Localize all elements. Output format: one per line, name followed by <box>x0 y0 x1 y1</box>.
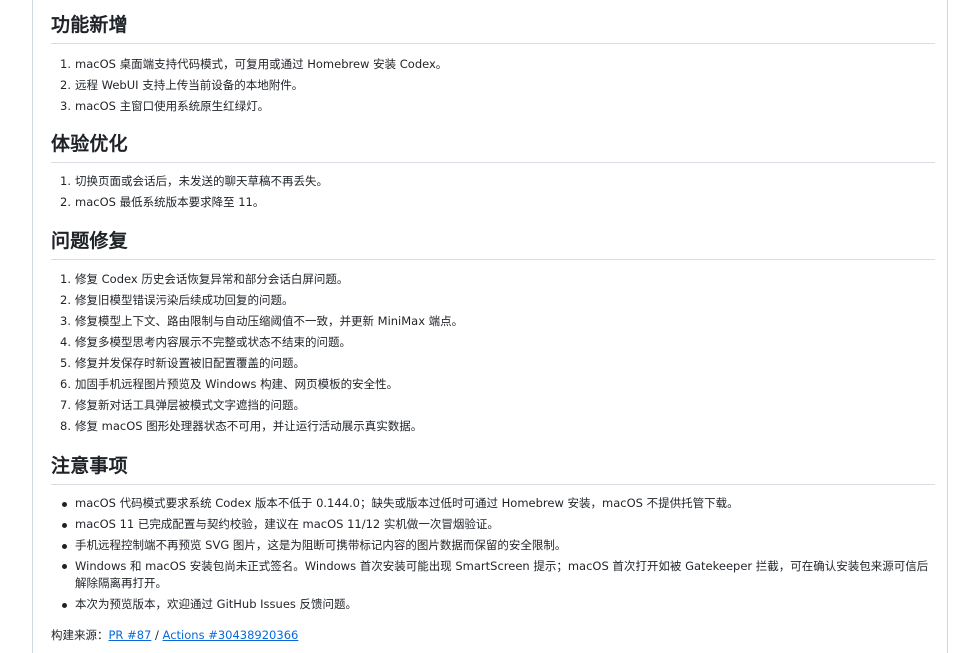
section-title-improvements: 体验优化 <box>51 131 935 163</box>
list-item-text: 修复旧模型错误污染后续成功回复的问题。 <box>75 293 294 307</box>
list-item-text: 修复并发保存时新设置被旧配置覆盖的问题。 <box>75 356 305 370</box>
improvements-list: 1. 切换页面或会话后，未发送的聊天草稿不再丢失。 2. macOS 最低系统版本要… <box>51 171 935 213</box>
link-separator: / <box>151 628 163 642</box>
list-item: 手机远程控制端不再预览 SVG 图片，这是为阻断可携带标记内容的图片数据而保留的… <box>51 535 935 556</box>
list-number: 2. <box>60 78 71 92</box>
list-number: 2. <box>60 195 71 209</box>
bullet-icon <box>62 544 67 549</box>
list-item-text: 远程 WebUI 支持上传当前设备的本地附件。 <box>75 78 304 92</box>
list-item-text: 切换页面或会话后，未发送的聊天草稿不再丢失。 <box>75 174 328 188</box>
list-item-text: 修复多模型思考内容展示不完整或状态不结束的问题。 <box>75 335 351 349</box>
list-item-text: macOS 主窗口使用系统原生红绿灯。 <box>75 99 270 113</box>
list-item: 6. 加固手机远程图片预览及 Windows 构建、网页模板的安全性。 <box>51 374 935 395</box>
list-item-text: 手机远程控制端不再预览 SVG 图片，这是为阻断可携带标记内容的图片数据而保留的… <box>75 538 567 552</box>
list-item-text: 本次为预览版本，欢迎通过 GitHub Issues 反馈问题。 <box>75 597 358 611</box>
notes-list: macOS 代码模式要求系统 Codex 版本不低于 0.144.0；缺失或版本… <box>51 493 935 615</box>
actions-link[interactable]: Actions #30438920366 <box>163 628 299 642</box>
list-item: 1. macOS 桌面端支持代码模式，可复用或通过 Homebrew 安装 Cod… <box>51 54 935 75</box>
section-title-features: 功能新增 <box>51 12 935 44</box>
list-item-text: 修复 Codex 历史会话恢复异常和部分会话白屏问题。 <box>75 272 349 286</box>
list-item-text: macOS 最低系统版本要求降至 11。 <box>75 195 265 209</box>
list-item-text: Windows 和 macOS 安装包尚未正式签名。Windows 首次安装可能… <box>75 559 929 590</box>
list-number: 4. <box>60 335 71 349</box>
list-number: 3. <box>60 314 71 328</box>
list-item: 1. 切换页面或会话后，未发送的聊天草稿不再丢失。 <box>51 171 935 192</box>
section-title-fixes: 问题修复 <box>51 228 935 260</box>
list-item: 7. 修复新对话工具弹层被模式文字遮挡的问题。 <box>51 395 935 416</box>
list-item-text: macOS 代码模式要求系统 Codex 版本不低于 0.144.0；缺失或版本… <box>75 496 739 510</box>
list-item-text: macOS 桌面端支持代码模式，可复用或通过 Homebrew 安装 Codex… <box>75 57 448 71</box>
list-item: 本次为预览版本，欢迎通过 GitHub Issues 反馈问题。 <box>51 594 935 615</box>
list-item: 1. 修复 Codex 历史会话恢复异常和部分会话白屏问题。 <box>51 269 935 290</box>
list-item: 2. macOS 最低系统版本要求降至 11。 <box>51 192 935 213</box>
release-notes-card: 功能新增 1. macOS 桌面端支持代码模式，可复用或通过 Homebrew 安… <box>32 0 948 653</box>
list-item: 5. 修复并发保存时新设置被旧配置覆盖的问题。 <box>51 353 935 374</box>
bullet-icon <box>62 603 67 608</box>
list-number: 7. <box>60 398 71 412</box>
section-title-notes: 注意事项 <box>51 453 935 485</box>
build-source: 构建来源：PR #87 / Actions #30438920366 <box>51 625 298 645</box>
list-number: 2. <box>60 293 71 307</box>
list-number: 6. <box>60 377 71 391</box>
list-number: 1. <box>60 272 71 286</box>
list-item-text: 修复 macOS 图形处理器状态不可用，并让运行活动展示真实数据。 <box>75 419 423 433</box>
build-source-label: 构建来源： <box>51 628 109 642</box>
list-item: 2. 远程 WebUI 支持上传当前设备的本地附件。 <box>51 75 935 96</box>
bullet-icon <box>62 564 67 569</box>
bullet-icon <box>62 502 67 507</box>
list-item: 2. 修复旧模型错误污染后续成功回复的问题。 <box>51 290 935 311</box>
list-item: macOS 代码模式要求系统 Codex 版本不低于 0.144.0；缺失或版本… <box>51 493 935 514</box>
list-number: 5. <box>60 356 71 370</box>
fixes-list: 1. 修复 Codex 历史会话恢复异常和部分会话白屏问题。 2. 修复旧模型错误污… <box>51 269 935 437</box>
list-item: Windows 和 macOS 安装包尚未正式签名。Windows 首次安装可能… <box>51 556 935 594</box>
list-item: macOS 11 已完成配置与契约校验，建议在 macOS 11/12 实机做一… <box>51 514 935 535</box>
list-number: 8. <box>60 419 71 433</box>
list-number: 1. <box>60 57 71 71</box>
list-item-text: 修复模型上下文、路由限制与自动压缩阈值不一致，并更新 MiniMax 端点。 <box>75 314 464 328</box>
list-item: 4. 修复多模型思考内容展示不完整或状态不结束的问题。 <box>51 332 935 353</box>
list-item: 8. 修复 macOS 图形处理器状态不可用，并让运行活动展示真实数据。 <box>51 416 935 437</box>
list-item-text: 加固手机远程图片预览及 Windows 构建、网页模板的安全性。 <box>75 377 399 391</box>
features-list: 1. macOS 桌面端支持代码模式，可复用或通过 Homebrew 安装 Cod… <box>51 54 935 117</box>
pr-link[interactable]: PR #87 <box>109 628 152 642</box>
list-item-text: 修复新对话工具弹层被模式文字遮挡的问题。 <box>75 398 305 412</box>
list-item-text: macOS 11 已完成配置与契约校验，建议在 macOS 11/12 实机做一… <box>75 517 499 531</box>
list-number: 3. <box>60 99 71 113</box>
list-number: 1. <box>60 174 71 188</box>
bullet-icon <box>62 523 67 528</box>
list-item: 3. macOS 主窗口使用系统原生红绿灯。 <box>51 96 935 117</box>
list-item: 3. 修复模型上下文、路由限制与自动压缩阈值不一致，并更新 MiniMax 端点。 <box>51 311 935 332</box>
